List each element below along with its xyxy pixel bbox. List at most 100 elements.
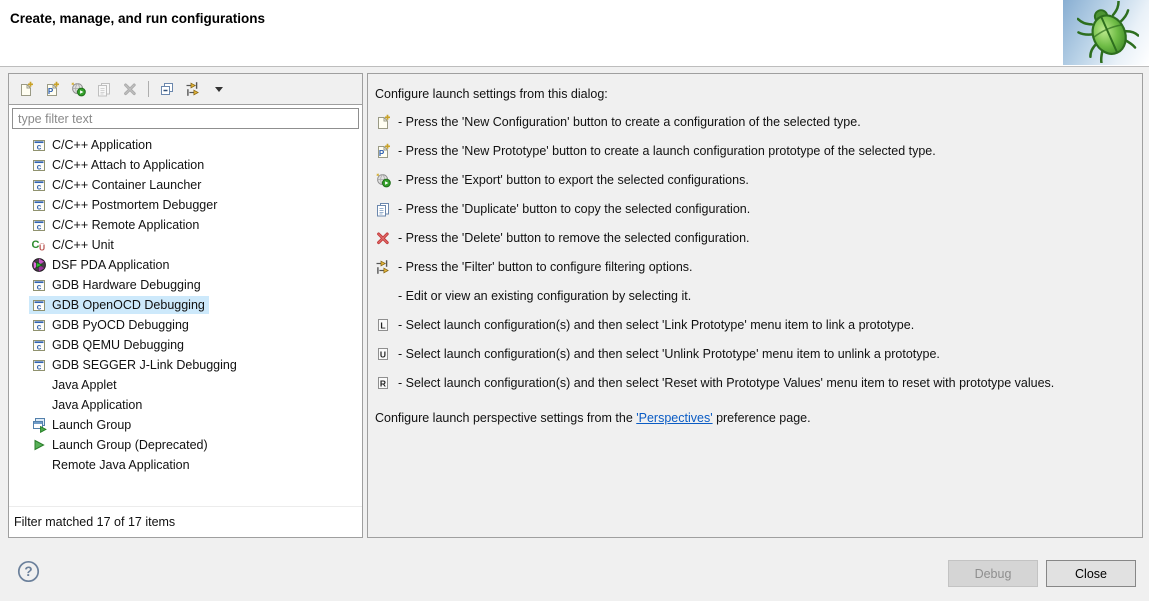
icon-spacer — [31, 457, 47, 473]
tree-item-gdb-hardware-debugging[interactable]: cGDB Hardware Debugging — [9, 275, 362, 295]
help-intro: Configure launch settings from this dial… — [375, 81, 1142, 107]
filter-icon — [375, 259, 391, 275]
icon-spacer — [375, 288, 391, 304]
view-menu-button[interactable] — [209, 79, 229, 99]
svg-text:c: c — [37, 202, 42, 212]
page-title: Create, manage, and run configurations — [10, 11, 265, 26]
svg-text:c: c — [37, 362, 42, 372]
c-app-icon: c — [31, 317, 47, 333]
close-button[interactable]: Close — [1046, 560, 1136, 587]
tree-item-c-c-remote-application[interactable]: c C/C++ Remote Application — [9, 215, 362, 235]
help-button[interactable]: ? — [16, 559, 41, 584]
help-item: P- Press the 'New Prototype' button to c… — [375, 136, 1142, 165]
tree-item-content: Remote Java Application — [29, 456, 194, 474]
duplicate-button[interactable] — [94, 79, 114, 99]
c-app-icon: c — [31, 337, 47, 353]
c-app-icon: c — [31, 137, 47, 153]
help-item-text: - Select launch configuration(s) and the… — [398, 318, 914, 332]
help-item-text: - Edit or view an existing configuration… — [398, 289, 691, 303]
tree-item-launch-group-deprecated[interactable]: Launch Group (Deprecated) — [9, 435, 362, 455]
tree-item-label: Launch Group — [52, 418, 131, 432]
help-item: - Edit or view an existing configuration… — [375, 281, 1142, 310]
perspectives-link[interactable]: 'Perspectives' — [636, 411, 712, 425]
export-icon — [70, 81, 86, 97]
svg-text:c: c — [37, 322, 42, 332]
tree-item-content: c C/C++ Postmortem Debugger — [29, 196, 221, 214]
tree-item-content: c C/C++ Remote Application — [29, 216, 203, 234]
filter-button[interactable] — [183, 79, 203, 99]
tree-item-launch-group[interactable]: Launch Group — [9, 415, 362, 435]
launch-config-panel: P cC/C++ ApplicationcC/C++ Attach to App… — [8, 73, 363, 538]
debug-bug-icon — [1063, 0, 1149, 65]
export-icon — [375, 172, 391, 188]
help-item: - Press the 'Duplicate' button to copy t… — [375, 194, 1142, 223]
new-prototype-icon: P — [375, 143, 391, 159]
tree-item-label: Java Application — [52, 398, 142, 412]
tree-item-label: C/C++ Container Launcher — [52, 178, 201, 192]
tree-item-content: c GDB PyOCD Debugging — [29, 316, 193, 334]
svg-text:c: c — [37, 282, 42, 292]
tree-item-remote-java-application[interactable]: Remote Java Application — [9, 455, 362, 475]
tree-item-gdb-qemu-debugging[interactable]: cGDB QEMU Debugging — [9, 335, 362, 355]
help-item-text: - Select launch configuration(s) and the… — [398, 347, 940, 361]
filter-icon — [185, 81, 201, 97]
c-app-icon: c — [31, 217, 47, 233]
tree-item-java-application[interactable]: Java Application — [9, 395, 362, 415]
svg-text:c: c — [37, 342, 42, 352]
tree-item-dsf-pda-application[interactable]: DSF PDA Application — [9, 255, 362, 275]
tree-item-label: C/C++ Postmortem Debugger — [52, 198, 217, 212]
perspective-text-suffix: preference page. — [713, 411, 811, 425]
svg-text:c: c — [37, 182, 42, 192]
svg-text:c: c — [37, 142, 42, 152]
new-config-icon — [18, 81, 34, 97]
tree-item-label: Remote Java Application — [52, 458, 190, 472]
svg-text:P: P — [48, 87, 54, 96]
svg-text:c: c — [37, 162, 42, 172]
tree-item-c-c-postmortem-debugger[interactable]: c C/C++ Postmortem Debugger — [9, 195, 362, 215]
tree-item-c-c-unit[interactable]: CÜ C/C++ Unit — [9, 235, 362, 255]
c-app-icon: c — [31, 357, 47, 373]
debug-button[interactable]: Debug — [948, 560, 1038, 587]
tree-item-gdb-segger-j-link-debugging[interactable]: c GDB SEGGER J-Link Debugging — [9, 355, 362, 375]
tree-item-content: cGDB QEMU Debugging — [29, 336, 188, 354]
export-button[interactable] — [68, 79, 88, 99]
filter-input[interactable] — [12, 108, 359, 129]
svg-text:L: L — [380, 320, 385, 330]
tree-item-content: Launch Group — [29, 416, 135, 434]
help-question-icon: ? — [16, 571, 41, 588]
help-item-text: - Press the 'Filter' button to configure… — [398, 260, 693, 274]
tree-item-label: GDB SEGGER J-Link Debugging — [52, 358, 237, 372]
filter-status: Filter matched 17 of 17 items — [9, 506, 362, 537]
new-configuration-button[interactable] — [16, 79, 36, 99]
tree-item-gdb-openocd-debugging[interactable]: cGDB OpenOCD Debugging — [9, 295, 362, 315]
tree-item-c-c-attach-to-application[interactable]: cC/C++ Attach to Application — [9, 155, 362, 175]
duplicate-icon — [375, 201, 391, 217]
help-item-text: - Press the 'Duplicate' button to copy t… — [398, 202, 750, 216]
tree-item-label: C/C++ Unit — [52, 238, 114, 252]
unlink-prototype-icon: U — [375, 346, 391, 362]
launch-group-icon — [31, 417, 47, 433]
tree-item-c-c-container-launcher[interactable]: c C/C++ Container Launcher — [9, 175, 362, 195]
pda-sphere-icon — [31, 257, 47, 273]
tree-item-content: c C/C++ Container Launcher — [29, 176, 205, 194]
c-app-icon: c — [31, 177, 47, 193]
svg-text:P: P — [379, 149, 385, 158]
tree-item-content: Java Application — [29, 396, 146, 414]
tree-item-c-c-application[interactable]: cC/C++ Application — [9, 135, 362, 155]
delete-button[interactable] — [120, 79, 140, 99]
tree-item-java-applet[interactable]: Java Applet — [9, 375, 362, 395]
tree-item-gdb-pyocd-debugging[interactable]: c GDB PyOCD Debugging — [9, 315, 362, 335]
perspective-note: Configure launch perspective settings fr… — [375, 411, 1142, 425]
perspective-text-prefix: Configure launch perspective settings fr… — [375, 411, 636, 425]
chevron-down-icon — [211, 81, 227, 97]
tree-item-label: GDB PyOCD Debugging — [52, 318, 189, 332]
new-prototype-button[interactable]: P — [42, 79, 62, 99]
delete-icon — [375, 230, 391, 246]
collapse-all-button[interactable] — [157, 79, 177, 99]
toolbar-separator — [148, 81, 149, 97]
tree-item-label: Java Applet — [52, 378, 117, 392]
c-unit-icon: CÜ — [31, 237, 47, 253]
c-app-icon: c — [31, 277, 47, 293]
duplicate-icon — [96, 81, 112, 97]
tree-item-label: C/C++ Remote Application — [52, 218, 199, 232]
